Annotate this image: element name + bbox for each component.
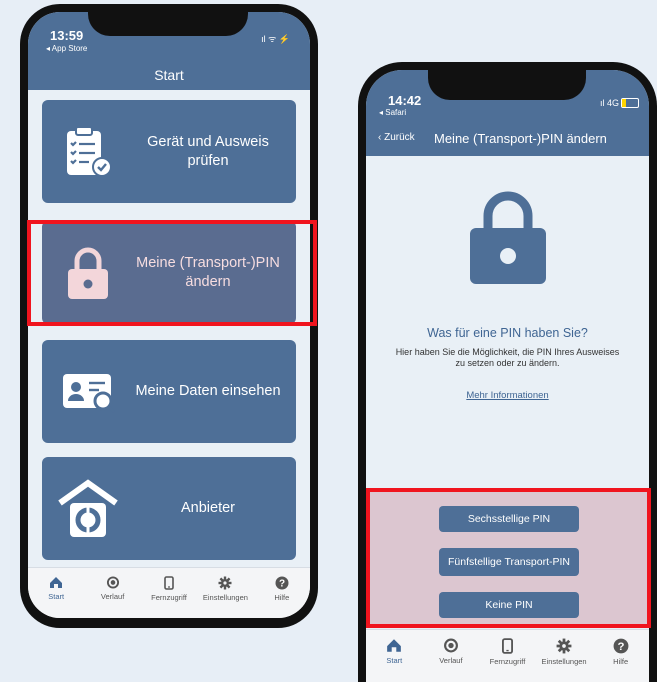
status-icons: ıl ᯤ ⚡ [261,34,290,44]
svg-text:?: ? [279,579,285,590]
provider-house-icon [42,478,134,539]
tab-label: Hilfe [613,657,629,666]
checklist-icon [42,123,134,181]
back-button[interactable]: ‹ Zurück [378,132,415,143]
svg-text:?: ? [617,641,624,653]
lock-icon [468,188,548,291]
back-label: Zurück [384,132,415,143]
tab-label: Hilfe [274,593,290,602]
tab-einstellungen[interactable]: Einstellungen [197,568,253,618]
tab-hilfe[interactable]: ? Hilfe [592,630,649,682]
tab-label: Start [386,656,403,665]
tab-label: Verlauf [439,656,463,665]
tile-label: Meine Daten einsehen [135,383,281,399]
question-heading: Was für eine PIN haben Sie? [427,326,588,340]
tab-einstellungen[interactable]: Einstellungen [536,630,593,682]
tile-providers[interactable]: Anbieter [42,457,296,560]
highlight-box-pin-options [366,488,651,628]
tab-start[interactable]: Start [366,630,423,682]
tile-label: Gerät und Ausweis prüfen [147,133,269,169]
status-back-link[interactable]: ◂ App Store [46,44,87,53]
page-title: Start [154,67,184,83]
tile-label: Anbieter [180,500,235,516]
tab-verlauf[interactable]: Verlauf [84,568,140,618]
id-card-icon [42,370,134,414]
right-tab-bar: Start Verlauf Fernzugriff Einstellungen … [366,629,649,682]
tab-label: Fernzugriff [489,657,526,666]
tab-label: Einstellungen [541,657,587,666]
tab-fernzugriff[interactable]: Fernzugriff [141,568,197,618]
home-icon [50,577,63,588]
tile-my-data[interactable]: Meine Daten einsehen [42,340,296,443]
highlight-box-pin-tile [27,220,317,326]
notch [428,70,586,100]
tab-label: Einstellungen [202,593,248,602]
page-title: Meine (Transport-)PIN ändern [434,131,607,146]
phone-icon [164,576,174,590]
description-text: Hier haben Sie die Möglichkeit, die PIN … [395,347,620,368]
tile-check-device[interactable]: Gerät und Ausweis prüfen [42,100,296,203]
notch [88,12,248,36]
tab-label: Verlauf [100,592,125,601]
phone-icon [501,638,513,654]
history-icon [443,638,458,653]
status-back-link[interactable]: ◂ Safari [379,108,406,117]
tab-hilfe[interactable]: ? Hilfe [254,568,310,618]
tab-label: Start [48,592,65,601]
tab-start[interactable]: Start [28,568,84,618]
status-time: 14:42 [388,93,422,108]
tab-fernzugriff[interactable]: Fernzugriff [479,630,536,682]
history-icon [106,576,119,589]
status-icons: ıl 4G [599,98,619,108]
gear-icon [218,576,232,590]
more-info-link[interactable]: Mehr Informationen [366,390,649,401]
tab-verlauf[interactable]: Verlauf [423,630,480,682]
left-tab-bar: Start Verlauf Fernzugriff Einstellungen … [28,567,310,618]
home-icon [387,639,402,652]
gear-icon [556,638,572,654]
help-icon: ? [613,638,629,654]
help-icon: ? [275,576,289,590]
battery-icon [621,98,639,108]
tab-label: Fernzugriff [151,593,187,602]
status-time: 13:59 [50,28,84,43]
